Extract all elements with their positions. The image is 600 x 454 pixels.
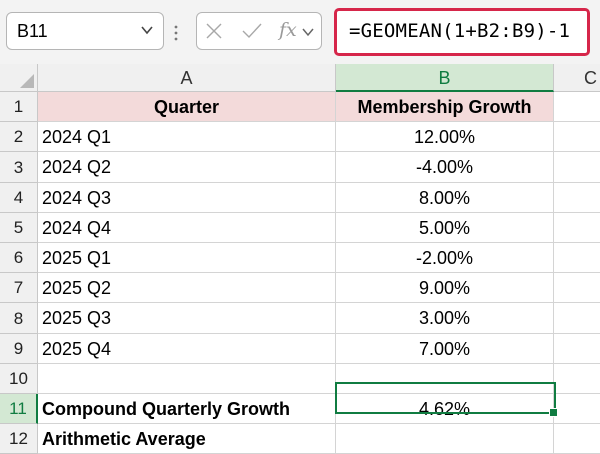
cell-c[interactable] (554, 122, 600, 152)
cell-c[interactable] (554, 394, 600, 424)
cancel-icon[interactable] (205, 22, 223, 40)
formula-input[interactable]: =GEOMEAN(1+B2:B9)-1 (334, 8, 590, 56)
cell-a[interactable]: Compound Quarterly Growth (38, 394, 336, 424)
row-header[interactable]: 1 (0, 92, 38, 122)
enter-check-icon[interactable] (241, 22, 263, 40)
select-all-icon (20, 74, 34, 88)
formula-buttons: fx (196, 12, 322, 50)
cell-b[interactable]: 5.00% (336, 213, 554, 243)
insert-function-icon[interactable]: fx (279, 19, 297, 41)
cell-a[interactable]: 2024 Q2 (38, 152, 336, 183)
cell-b[interactable]: -4.00% (336, 152, 554, 183)
cell-c[interactable] (554, 303, 600, 334)
cell-b[interactable]: 3.00% (336, 303, 554, 334)
cell-a[interactable]: Quarter (38, 92, 336, 122)
row-header[interactable]: 10 (0, 364, 38, 394)
row-header[interactable]: 6 (0, 243, 38, 273)
row-header[interactable]: 4 (0, 183, 38, 213)
row-header[interactable]: 12 (0, 424, 38, 454)
cell-b[interactable]: 9.00% (336, 273, 554, 303)
cell-a[interactable]: 2024 Q3 (38, 183, 336, 213)
column-header-c[interactable]: C (554, 64, 600, 92)
cell-c[interactable] (554, 152, 600, 183)
column-header-a[interactable]: A (38, 64, 336, 92)
name-box-value: B11 (17, 21, 48, 41)
cell-a[interactable]: 2024 Q1 (38, 122, 336, 152)
row-header[interactable]: 3 (0, 152, 38, 183)
cell-a[interactable]: 2025 Q3 (38, 303, 336, 334)
row-header[interactable]: 7 (0, 273, 38, 303)
spreadsheet-grid: A B C 1 Quarter Membership Growth 2 2024 Q1 1… (0, 64, 600, 454)
row-header[interactable]: 2 (0, 122, 38, 152)
row-header[interactable]: 8 (0, 303, 38, 334)
cell-c[interactable] (554, 243, 600, 273)
cell-c[interactable] (554, 92, 600, 122)
cell-b[interactable] (336, 424, 554, 454)
active-cell-border (335, 382, 556, 414)
cell-c[interactable] (554, 183, 600, 213)
cell-a[interactable]: 2025 Q2 (38, 273, 336, 303)
formula-bar: B11 fx =GEOMEAN(1+B2:B9)-1 (0, 0, 600, 64)
cell-a[interactable] (38, 364, 336, 394)
cell-b[interactable]: Membership Growth (336, 92, 554, 122)
cell-c[interactable] (554, 273, 600, 303)
formula-text: =GEOMEAN(1+B2:B9)-1 (349, 20, 571, 42)
cell-c[interactable] (554, 213, 600, 243)
select-all-corner[interactable] (0, 64, 38, 92)
cell-c[interactable] (554, 424, 600, 454)
more-options-icon[interactable] (172, 24, 180, 42)
cell-b[interactable]: 12.00% (336, 122, 554, 152)
column-header-b[interactable]: B (336, 64, 554, 92)
cell-a[interactable]: 2025 Q4 (38, 334, 336, 364)
cell-c[interactable] (554, 334, 600, 364)
name-box[interactable]: B11 (6, 12, 164, 50)
cell-a[interactable]: 2024 Q4 (38, 213, 336, 243)
cell-b[interactable]: -2.00% (336, 243, 554, 273)
cell-c[interactable] (554, 364, 600, 394)
cell-b[interactable]: 8.00% (336, 183, 554, 213)
fill-handle[interactable] (549, 408, 558, 417)
cell-a[interactable]: 2025 Q1 (38, 243, 336, 273)
cell-a[interactable]: Arithmetic Average (38, 424, 336, 454)
row-header[interactable]: 5 (0, 213, 38, 243)
row-header[interactable]: 11 (0, 394, 38, 424)
chevron-down-icon[interactable] (139, 22, 155, 38)
chevron-down-icon[interactable] (301, 24, 315, 40)
row-header[interactable]: 9 (0, 334, 38, 364)
cell-b[interactable]: 7.00% (336, 334, 554, 364)
